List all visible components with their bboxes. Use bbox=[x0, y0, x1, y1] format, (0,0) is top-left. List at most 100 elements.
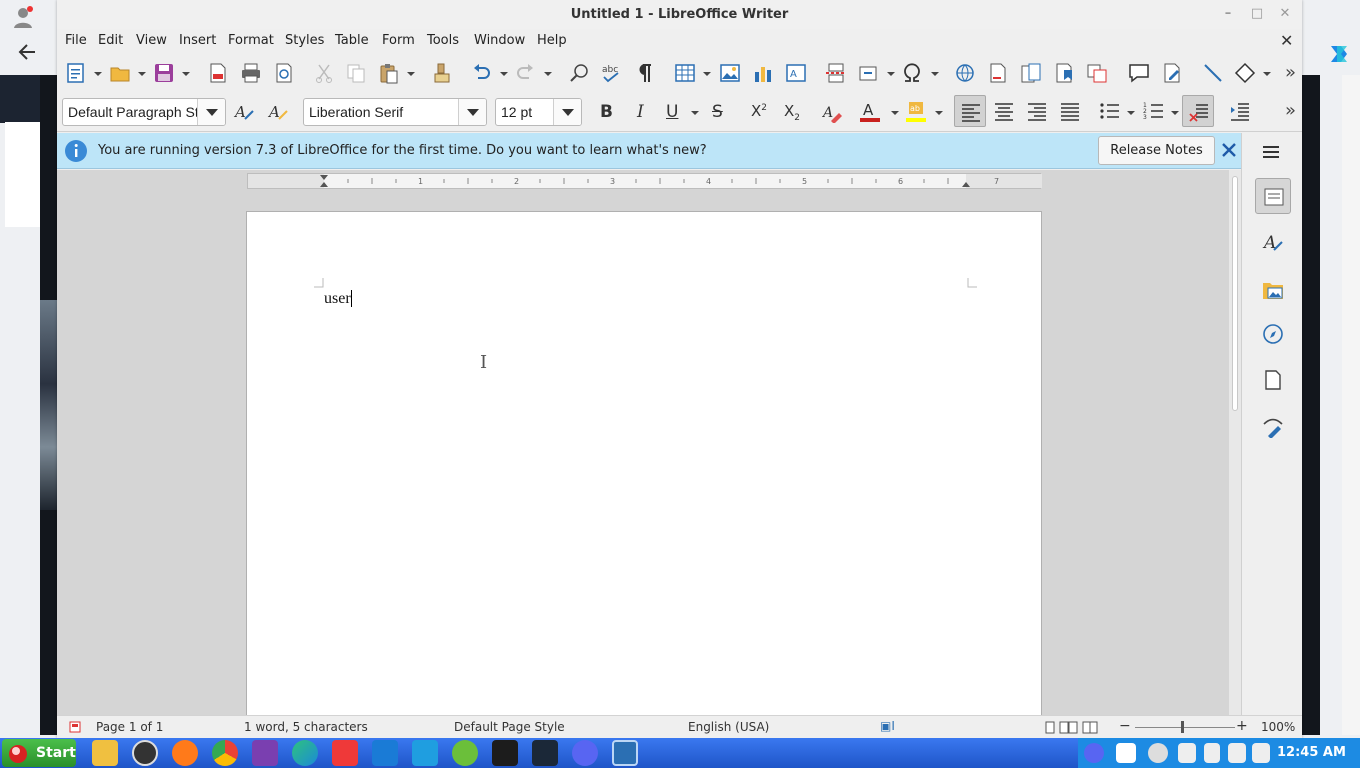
vivaldi-icon[interactable] bbox=[332, 740, 358, 766]
scroll-thumb[interactable] bbox=[1232, 176, 1238, 411]
menu-styles[interactable]: Styles bbox=[285, 33, 324, 48]
zoom-level[interactable]: 100% bbox=[1261, 720, 1295, 734]
menu-format[interactable]: Format bbox=[228, 33, 274, 48]
print-icon[interactable] bbox=[240, 62, 262, 84]
insert-chart-icon[interactable] bbox=[752, 62, 774, 84]
page-deck-icon[interactable] bbox=[1262, 369, 1284, 391]
new-style-icon[interactable]: A bbox=[267, 101, 289, 123]
properties-deck-button[interactable] bbox=[1255, 178, 1291, 214]
copy-icon[interactable] bbox=[345, 62, 367, 84]
files-icon[interactable] bbox=[92, 740, 118, 766]
remote-desktop-icon[interactable] bbox=[372, 740, 398, 766]
redo-icon[interactable] bbox=[515, 62, 537, 84]
update-style-icon[interactable]: A bbox=[233, 101, 255, 123]
open-folder-icon[interactable] bbox=[109, 62, 131, 84]
menu-edit[interactable]: Edit bbox=[98, 33, 123, 48]
superscript-icon[interactable]: X2 bbox=[751, 102, 767, 120]
discord-icon[interactable] bbox=[572, 740, 598, 766]
close-infobar-icon[interactable] bbox=[1221, 142, 1237, 158]
menu-tools[interactable]: Tools bbox=[427, 33, 459, 48]
undo-icon[interactable] bbox=[470, 62, 492, 84]
close-document-icon[interactable]: ✕ bbox=[1280, 31, 1293, 50]
paragraph-style-combo[interactable]: Default Paragraph St bbox=[62, 98, 226, 126]
spelling-icon[interactable]: abc bbox=[601, 62, 623, 84]
more-formatting-icon[interactable]: » bbox=[1285, 100, 1296, 121]
menu-insert[interactable]: Insert bbox=[179, 33, 216, 48]
insert-table-icon[interactable] bbox=[674, 62, 696, 84]
horizontal-ruler[interactable]: 1 2 3 4 5 6 7 bbox=[247, 173, 1042, 189]
style-inspector-icon[interactable] bbox=[1262, 416, 1284, 438]
basic-shapes-icon[interactable] bbox=[1234, 62, 1256, 84]
ordered-list-icon[interactable]: 123 bbox=[1143, 100, 1165, 122]
align-right-icon[interactable] bbox=[1026, 100, 1048, 122]
highlight-dropdown-icon[interactable] bbox=[935, 111, 943, 115]
clone-formatting-icon[interactable] bbox=[431, 62, 453, 84]
sidebar-menu-icon[interactable] bbox=[1261, 144, 1281, 160]
document-page[interactable]: user I bbox=[246, 211, 1042, 721]
start-button[interactable]: Start bbox=[2, 739, 76, 767]
brave-icon[interactable] bbox=[252, 740, 278, 766]
formatting-marks-icon[interactable] bbox=[634, 62, 656, 84]
insert-image-icon[interactable] bbox=[719, 62, 741, 84]
copilot-icon[interactable] bbox=[1326, 42, 1352, 66]
steam-icon[interactable] bbox=[532, 740, 558, 766]
undo-dropdown-icon[interactable] bbox=[500, 72, 508, 76]
maximize-icon[interactable]: □ bbox=[1250, 7, 1264, 21]
insert-field-icon[interactable] bbox=[858, 62, 880, 84]
edge-dev-icon[interactable] bbox=[292, 740, 318, 766]
font-color-dropdown-icon[interactable] bbox=[891, 111, 899, 115]
chevron-down-icon[interactable] bbox=[553, 99, 581, 125]
no-list-button[interactable] bbox=[1182, 95, 1214, 127]
clipboard-tray-icon[interactable] bbox=[1204, 743, 1220, 763]
volume-tray-icon[interactable] bbox=[1252, 743, 1270, 763]
ordered-list-dropdown-icon[interactable] bbox=[1171, 111, 1179, 115]
shapes-dropdown-icon[interactable] bbox=[1263, 72, 1271, 76]
comment-icon[interactable] bbox=[1128, 62, 1150, 84]
menu-help[interactable]: Help bbox=[537, 33, 567, 48]
remote-tray-icon[interactable] bbox=[1116, 743, 1136, 763]
underline-icon[interactable]: U bbox=[666, 102, 678, 122]
footnote-icon[interactable] bbox=[987, 62, 1009, 84]
close-window-icon[interactable]: ✕ bbox=[1278, 7, 1292, 21]
track-changes-icon[interactable] bbox=[1161, 62, 1183, 84]
gallery-deck-icon[interactable] bbox=[1262, 279, 1284, 301]
save-icon[interactable] bbox=[153, 62, 175, 84]
export-pdf-icon[interactable] bbox=[207, 62, 229, 84]
menu-view[interactable]: View bbox=[136, 33, 167, 48]
increase-indent-icon[interactable] bbox=[1229, 100, 1251, 122]
italic-icon[interactable]: I bbox=[637, 102, 644, 122]
font-color-icon[interactable]: A bbox=[859, 100, 881, 122]
save-dropdown-icon[interactable] bbox=[182, 72, 190, 76]
field-dropdown-icon[interactable] bbox=[887, 72, 895, 76]
back-arrow-icon[interactable] bbox=[17, 42, 37, 62]
new-document-icon[interactable] bbox=[65, 62, 87, 84]
chevron-down-icon[interactable] bbox=[458, 99, 486, 125]
strikethrough-icon[interactable]: S bbox=[712, 102, 723, 122]
font-size-combo[interactable]: 12 pt bbox=[495, 98, 582, 126]
insert-textbox-icon[interactable]: A bbox=[785, 62, 807, 84]
discord-tray-icon[interactable] bbox=[1084, 743, 1104, 763]
open-dropdown-icon[interactable] bbox=[138, 72, 146, 76]
align-center-icon[interactable] bbox=[993, 100, 1015, 122]
system-monitor-icon[interactable] bbox=[412, 740, 438, 766]
paste-icon[interactable] bbox=[378, 62, 400, 84]
clear-formatting-icon[interactable]: A bbox=[821, 101, 843, 123]
paste-dropdown-icon[interactable] bbox=[407, 72, 415, 76]
page-count[interactable]: Page 1 of 1 bbox=[96, 720, 163, 734]
cross-reference-icon[interactable] bbox=[1086, 62, 1108, 84]
cut-icon[interactable] bbox=[313, 62, 335, 84]
unordered-list-dropdown-icon[interactable] bbox=[1127, 111, 1135, 115]
zoom-in-icon[interactable]: + bbox=[1236, 718, 1248, 734]
document-modified-icon[interactable] bbox=[69, 721, 81, 733]
bold-icon[interactable]: B bbox=[600, 102, 613, 122]
language[interactable]: English (USA) bbox=[688, 720, 769, 734]
network-tray-icon[interactable] bbox=[1228, 743, 1246, 763]
release-notes-button[interactable]: Release Notes bbox=[1098, 136, 1215, 165]
obs-icon[interactable] bbox=[132, 740, 158, 766]
vertical-scrollbar[interactable] bbox=[1229, 170, 1241, 715]
highlight-color-icon[interactable]: ab bbox=[905, 100, 927, 122]
special-character-dropdown-icon[interactable] bbox=[931, 72, 939, 76]
line-icon[interactable] bbox=[1202, 62, 1224, 84]
unordered-list-icon[interactable] bbox=[1099, 100, 1121, 122]
new-dropdown-icon[interactable] bbox=[94, 72, 102, 76]
